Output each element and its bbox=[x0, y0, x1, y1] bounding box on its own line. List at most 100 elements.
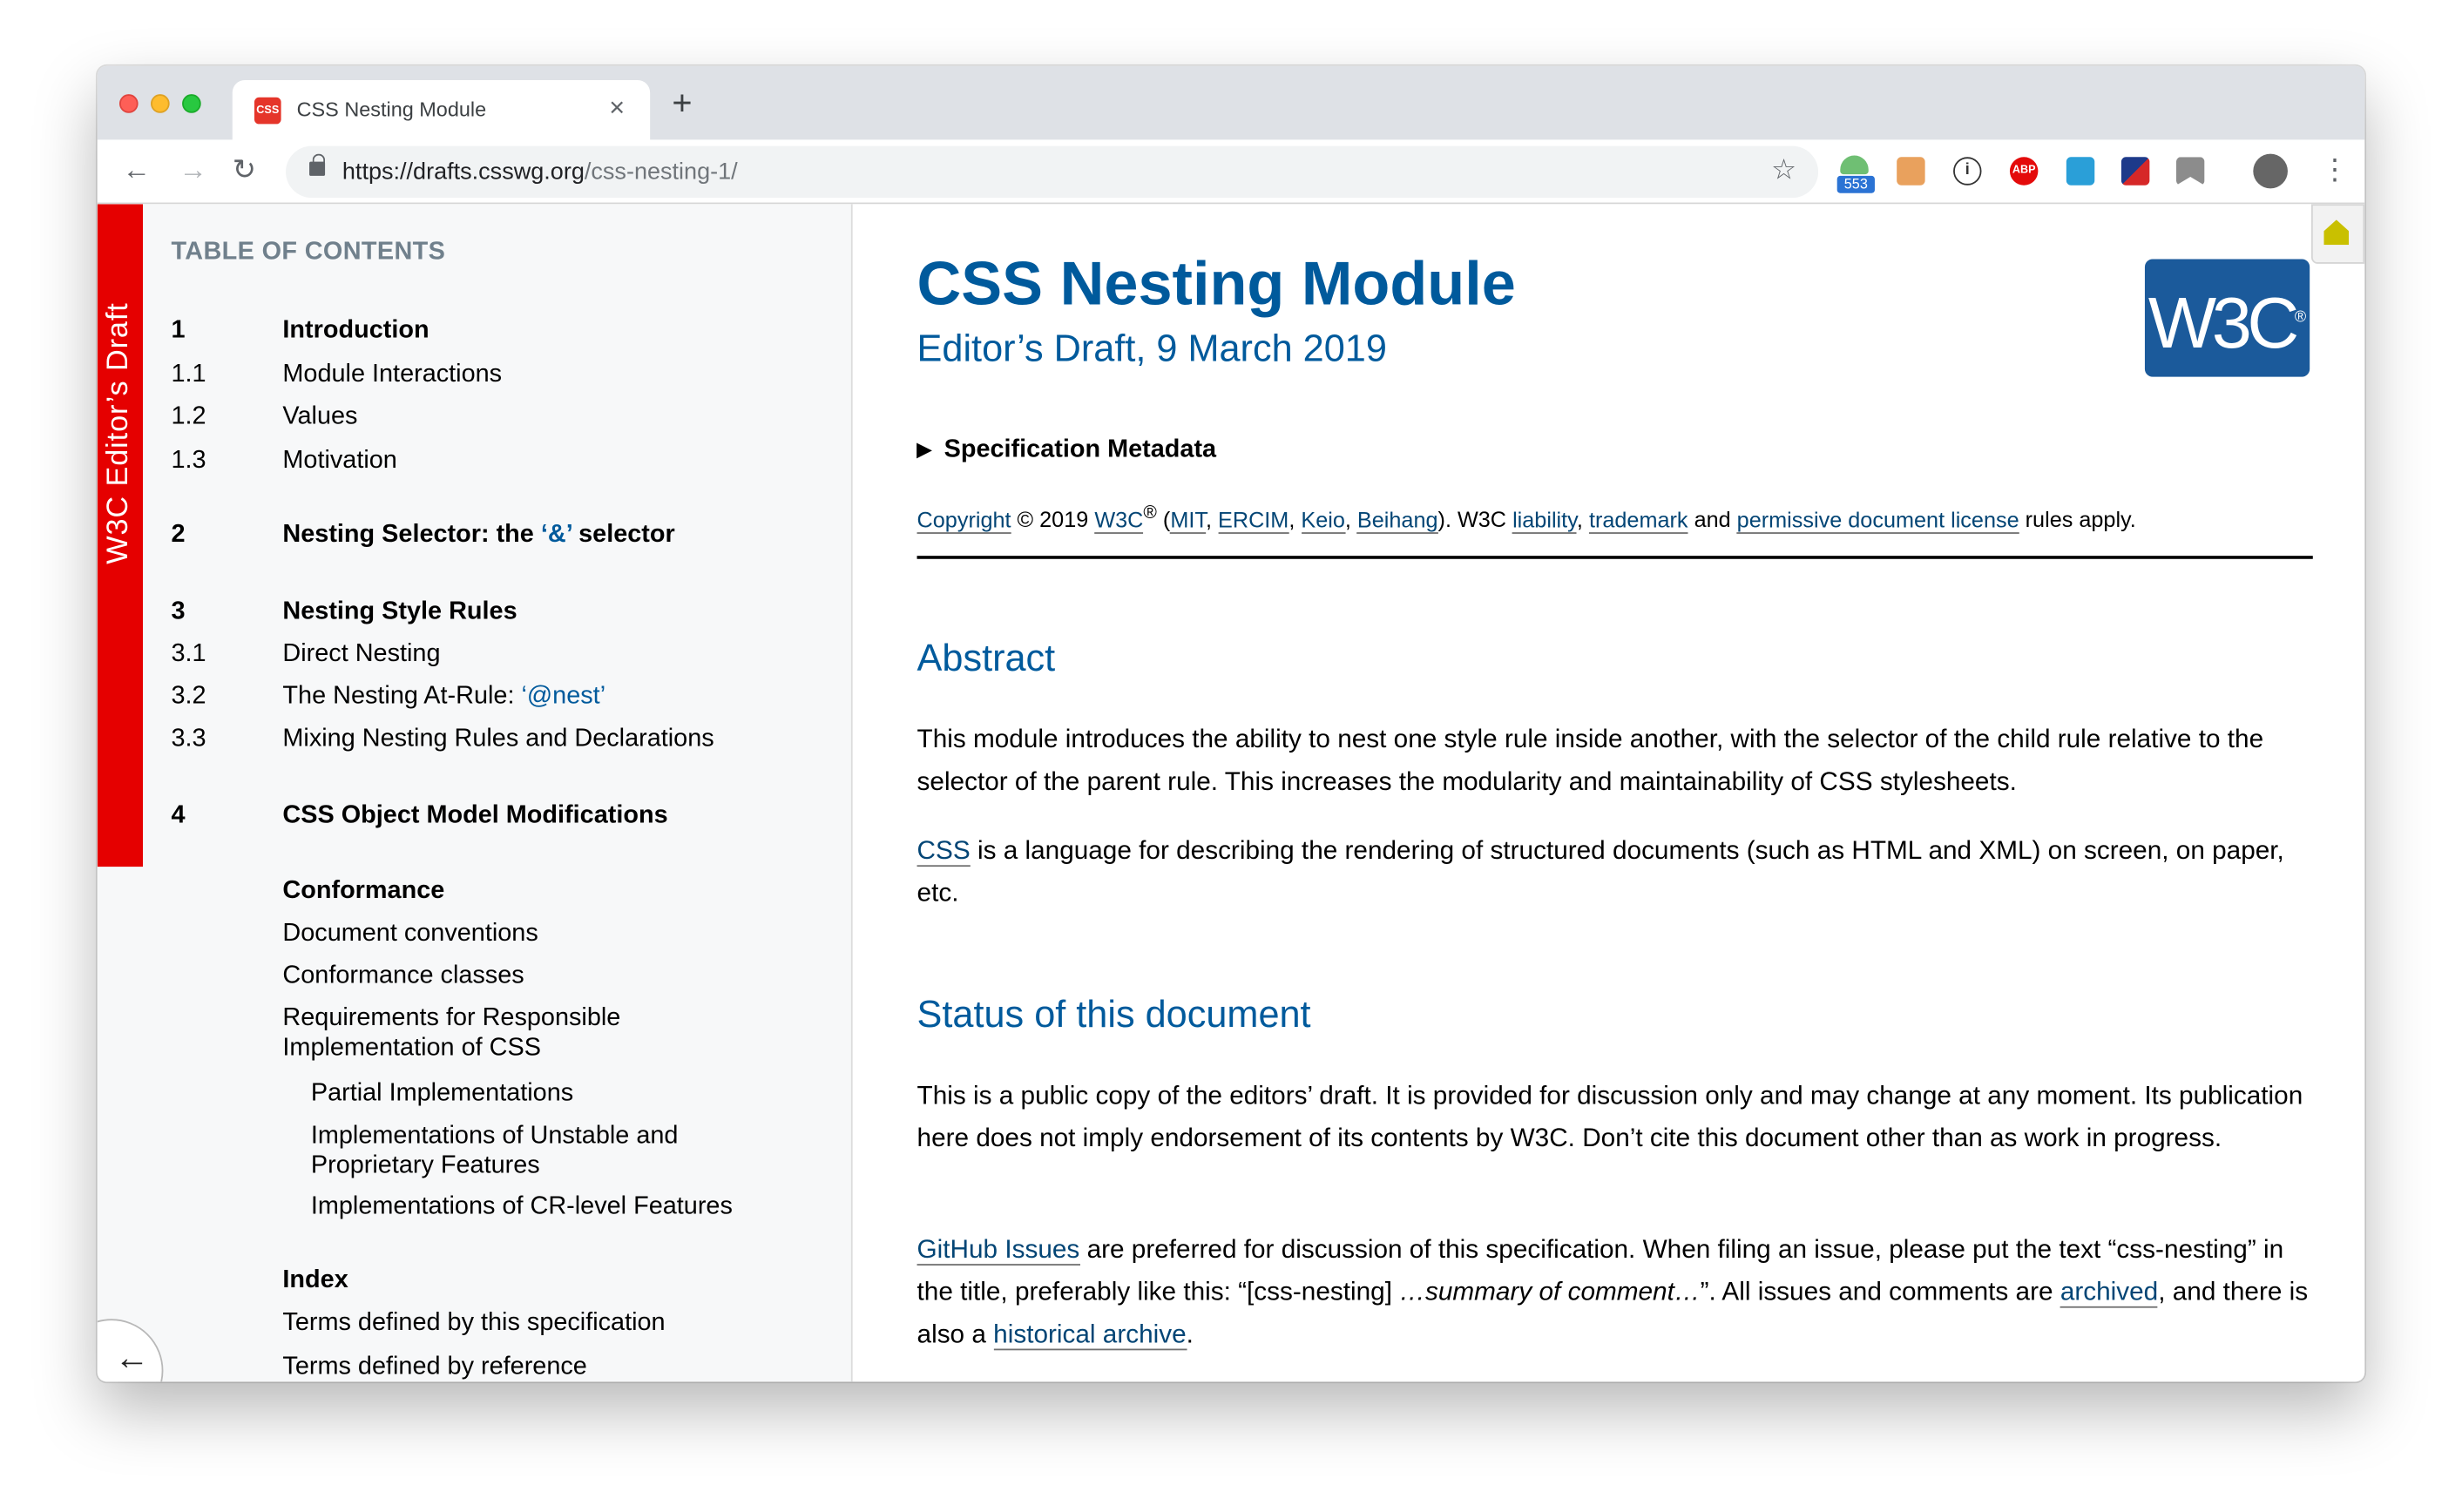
toc-sidebar: W3C Editor’s Draft TABLE OF CONTENTS 1 I… bbox=[97, 204, 853, 1382]
minimize-window-button[interactable] bbox=[151, 94, 170, 113]
toc-item-terms-defined-by-reference[interactable]: Terms defined by reference bbox=[282, 1352, 586, 1381]
page-corner-extension[interactable] bbox=[2310, 204, 2365, 264]
beihang-link[interactable]: Beihang bbox=[1357, 506, 1438, 534]
w3c-link[interactable]: W3C bbox=[1094, 506, 1144, 534]
toc-item-values[interactable]: Values bbox=[282, 402, 357, 431]
profile-avatar[interactable] bbox=[2253, 153, 2288, 189]
github-issues-link[interactable]: GitHub Issues bbox=[916, 1235, 1080, 1266]
flag-extension-icon[interactable] bbox=[2120, 157, 2150, 186]
draft-banner-label: W3C Editor’s Draft bbox=[102, 302, 135, 564]
close-window-button[interactable] bbox=[118, 94, 139, 113]
toc-number: 1 bbox=[171, 317, 186, 344]
liability-link[interactable]: liability bbox=[1512, 506, 1577, 534]
toc-item-direct-nesting[interactable]: Direct Nesting bbox=[282, 639, 440, 669]
copyright-link[interactable]: Copyright bbox=[916, 506, 1011, 534]
toc-item-cssom-modifications[interactable]: CSS Object Model Modifications bbox=[282, 800, 667, 830]
toc-item-unstable-implementations[interactable]: Implementations of Unstable and Proprieta… bbox=[311, 1121, 679, 1181]
archived-link[interactable]: archived bbox=[2060, 1278, 2159, 1308]
toc-code: ‘&’ bbox=[540, 521, 572, 549]
toc-item-terms-defined-here[interactable]: Terms defined by this specification bbox=[282, 1308, 665, 1338]
toc-number: 3.1 bbox=[171, 640, 206, 668]
trademark-link[interactable]: trademark bbox=[1589, 506, 1688, 534]
css-favicon-icon: CSS bbox=[254, 97, 281, 125]
css-link[interactable]: CSS bbox=[916, 836, 971, 867]
historical-archive-link[interactable]: historical archive bbox=[993, 1320, 1187, 1351]
css-paragraph: CSS is a language for describing the ren… bbox=[916, 831, 2318, 915]
toc-item-document-conventions[interactable]: Document conventions bbox=[282, 919, 538, 948]
registered-mark: ® bbox=[1143, 502, 1157, 523]
adblock-plus-icon[interactable]: ABP bbox=[2009, 157, 2039, 186]
toc-item-conformance-classes[interactable]: Conformance classes bbox=[282, 961, 524, 990]
toc-item-introduction[interactable]: Introduction bbox=[282, 315, 429, 345]
android-extension-icon[interactable] bbox=[1840, 155, 1869, 175]
toc-item-responsible-implementation[interactable]: Requirements for Responsible Implementati… bbox=[282, 1003, 620, 1063]
toc-item-conformance[interactable]: Conformance bbox=[282, 876, 444, 906]
toc-label: Implementation of CSS bbox=[282, 1034, 541, 1062]
toc-heading: TABLE OF CONTENTS bbox=[171, 239, 446, 266]
back-button[interactable]: ← bbox=[123, 154, 151, 186]
toc-number: 1.2 bbox=[171, 403, 206, 430]
toc-item-cr-level-implementations[interactable]: Implementations of CR-level Features bbox=[311, 1191, 733, 1221]
toc-label: Nesting Selector: the bbox=[282, 521, 541, 549]
toc-label: Implementations of Unstable and bbox=[310, 1122, 679, 1150]
menu-icon[interactable]: ⋮ bbox=[2321, 155, 2349, 183]
paragraph-emphasis: …summary of comment… bbox=[1399, 1278, 1701, 1306]
browser-toolbar: ← → ↻ https://drafts.csswg.org/css-nesti… bbox=[97, 139, 2365, 205]
ercim-link[interactable]: ERCIM bbox=[1218, 506, 1289, 534]
tab-css-nesting[interactable]: CSS CSS Nesting Module × bbox=[232, 79, 651, 140]
url-host: https://drafts.csswg.org bbox=[342, 159, 585, 186]
toc-item-mixing-nesting-rules[interactable]: Mixing Nesting Rules and Declarations bbox=[282, 724, 714, 753]
keio-link[interactable]: Keio bbox=[1301, 506, 1345, 534]
zoom-window-button[interactable] bbox=[182, 94, 201, 113]
extension-badge: 553 bbox=[1836, 175, 1875, 193]
copyright-text: © 2019 bbox=[1011, 506, 1095, 532]
collapse-toc-button[interactable]: ← bbox=[97, 1319, 164, 1382]
disclosure-triangle-icon: ▶ bbox=[916, 437, 932, 461]
document-license-link[interactable]: permissive document license bbox=[1736, 506, 2019, 534]
copyright-text: ( bbox=[1156, 506, 1171, 532]
w3c-logo[interactable]: W3C® bbox=[2144, 259, 2310, 377]
forward-button[interactable]: → bbox=[179, 154, 206, 186]
onepassword-icon[interactable]: i bbox=[1953, 157, 1982, 186]
toc-item-nesting-style-rules[interactable]: Nesting Style Rules bbox=[282, 597, 517, 626]
toc-item-partial-implementations[interactable]: Partial Implementations bbox=[311, 1078, 573, 1108]
tab-title: CSS Nesting Module bbox=[296, 97, 487, 121]
toc-item-module-interactions[interactable]: Module Interactions bbox=[282, 360, 502, 389]
spec-metadata-label: Specification Metadata bbox=[944, 436, 1217, 463]
new-tab-button[interactable]: + bbox=[672, 85, 692, 120]
copyright-text: rules apply. bbox=[2019, 506, 2136, 532]
w3c-logo-reg: ® bbox=[2294, 309, 2307, 327]
url-text[interactable]: https://drafts.csswg.org/css-nesting-1/ bbox=[342, 159, 738, 186]
copyright-text: , bbox=[1288, 506, 1302, 532]
close-tab-icon[interactable]: × bbox=[609, 92, 625, 124]
copyright-text: ). W3C bbox=[1437, 506, 1513, 532]
reload-button[interactable]: ↻ bbox=[233, 154, 256, 186]
paragraph-text: is a language for describing the renderi… bbox=[916, 836, 2284, 908]
cookie-extension-icon[interactable] bbox=[1897, 157, 1925, 186]
abstract-heading: Abstract bbox=[916, 637, 1056, 680]
copyright-text: , bbox=[1344, 506, 1357, 532]
toc-item-nesting-selector[interactable]: Nesting Selector: the ‘&’ selector bbox=[282, 520, 674, 550]
mit-link[interactable]: MIT bbox=[1170, 506, 1206, 534]
address-bar[interactable]: https://drafts.csswg.org/css-nesting-1/ … bbox=[286, 145, 1819, 199]
window-extension-icon[interactable] bbox=[2066, 157, 2095, 186]
toc-item-motivation[interactable]: Motivation bbox=[282, 446, 396, 476]
copyright-text: , bbox=[1576, 506, 1589, 532]
toc-number: 2 bbox=[171, 521, 186, 549]
spec-metadata-toggle[interactable]: ▶ Specification Metadata bbox=[917, 436, 1217, 464]
abstract-paragraph: This module introduces the ability to ne… bbox=[916, 725, 2264, 796]
w3c-logo-text: W3C bbox=[2147, 281, 2299, 364]
toc-number: 4 bbox=[171, 802, 186, 829]
toc-item-index[interactable]: Index bbox=[282, 1266, 348, 1295]
bookmark-extension-icon[interactable] bbox=[2175, 157, 2205, 186]
back-arrow-icon: ← bbox=[114, 1337, 150, 1377]
toc-item-nest-at-rule[interactable]: The Nesting At-Rule: ‘@nest’ bbox=[282, 681, 605, 711]
bookmark-star-icon[interactable]: ☆ bbox=[1771, 154, 1796, 187]
draft-banner[interactable]: W3C Editor’s Draft bbox=[97, 204, 144, 867]
page-title: CSS Nesting Module bbox=[916, 251, 1516, 319]
browser-window: CSS CSS Nesting Module × + ← → ↻ https:/… bbox=[97, 65, 2365, 1382]
paragraph-text: . bbox=[1186, 1320, 1194, 1349]
spec-content: CSS Nesting Module Editor’s Draft, 9 Mar… bbox=[854, 204, 2365, 1382]
url-path: /css-nesting-1/ bbox=[584, 159, 738, 186]
page-viewport: W3C Editor’s Draft TABLE OF CONTENTS 1 I… bbox=[97, 204, 2365, 1382]
